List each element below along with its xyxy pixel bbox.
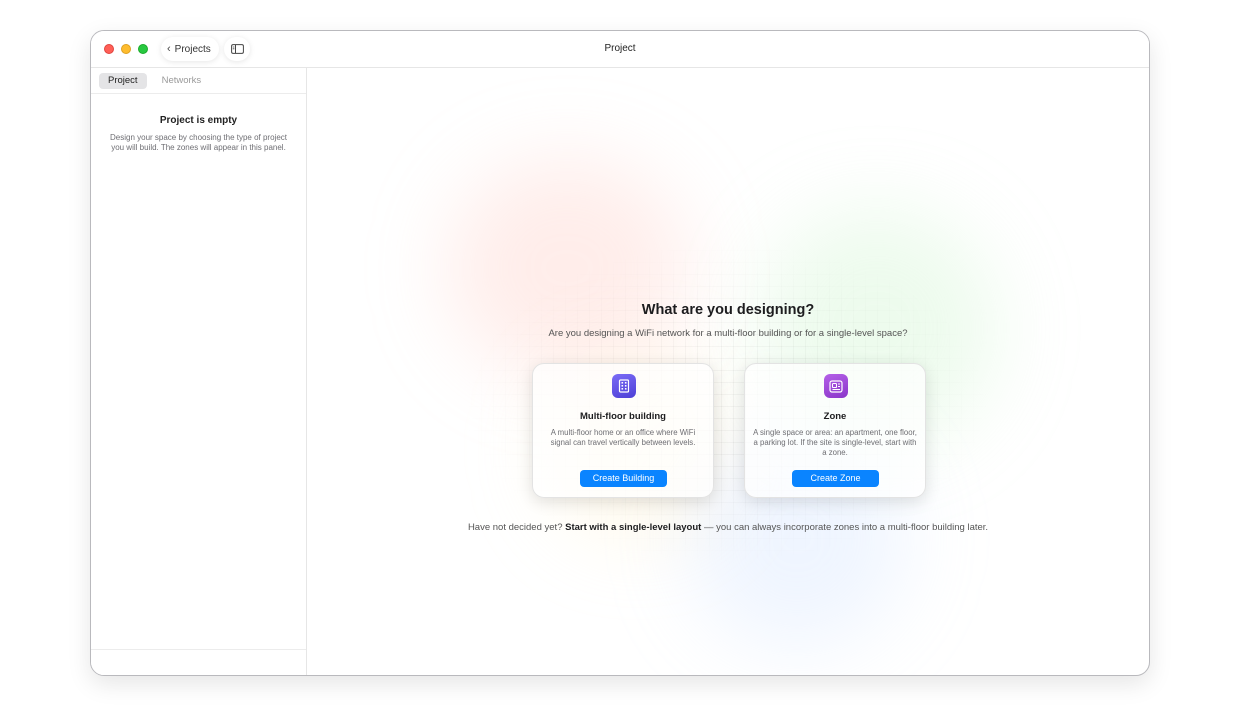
page-subtitle: Are you designing a WiFi network for a m…: [548, 328, 908, 339]
sidebar: Project Networks Project is empty Design…: [91, 68, 307, 675]
footnote-suffix: — you can always incorporate zones into …: [703, 522, 989, 533]
footnote: Have not decided yet? Start with a singl…: [307, 522, 1149, 533]
single-level-layout-link[interactable]: Start with a single-level layout: [565, 522, 701, 533]
create-building-button[interactable]: Create Building: [580, 470, 667, 487]
sidebar-tabs: Project Networks: [99, 73, 210, 89]
sidebar-footer: [91, 649, 306, 650]
main-content: What are you designing? Are you designin…: [307, 68, 1149, 675]
card-title: Multi-floor building: [579, 411, 666, 422]
card-title: Zone: [823, 411, 847, 422]
building-icon: [612, 374, 636, 398]
sidebar-divider: [91, 93, 306, 94]
create-zone-button[interactable]: Create Zone: [792, 470, 879, 487]
multi-floor-building-card[interactable]: Multi-floor building A multi-floor home …: [532, 363, 714, 498]
app-window: ‹ Projects Project Project Networks Proj…: [90, 30, 1150, 676]
empty-state-title: Project is empty: [159, 115, 238, 126]
card-description: A multi-floor home or an office where Wi…: [550, 428, 696, 447]
window-title: Project: [604, 43, 636, 54]
title-bar: ‹ Projects Project: [91, 31, 1149, 68]
empty-state-description: Design your space by choosing the type o…: [110, 133, 287, 152]
page-title: What are you designing?: [641, 302, 815, 318]
tab-networks[interactable]: Networks: [153, 73, 211, 89]
tab-project[interactable]: Project: [99, 73, 147, 89]
footnote-prefix: Have not decided yet?: [467, 522, 563, 533]
card-description: A single space or area: an apartment, on…: [753, 428, 917, 457]
zone-icon: [824, 374, 848, 398]
zone-card[interactable]: Zone A single space or area: an apartmen…: [744, 363, 926, 498]
